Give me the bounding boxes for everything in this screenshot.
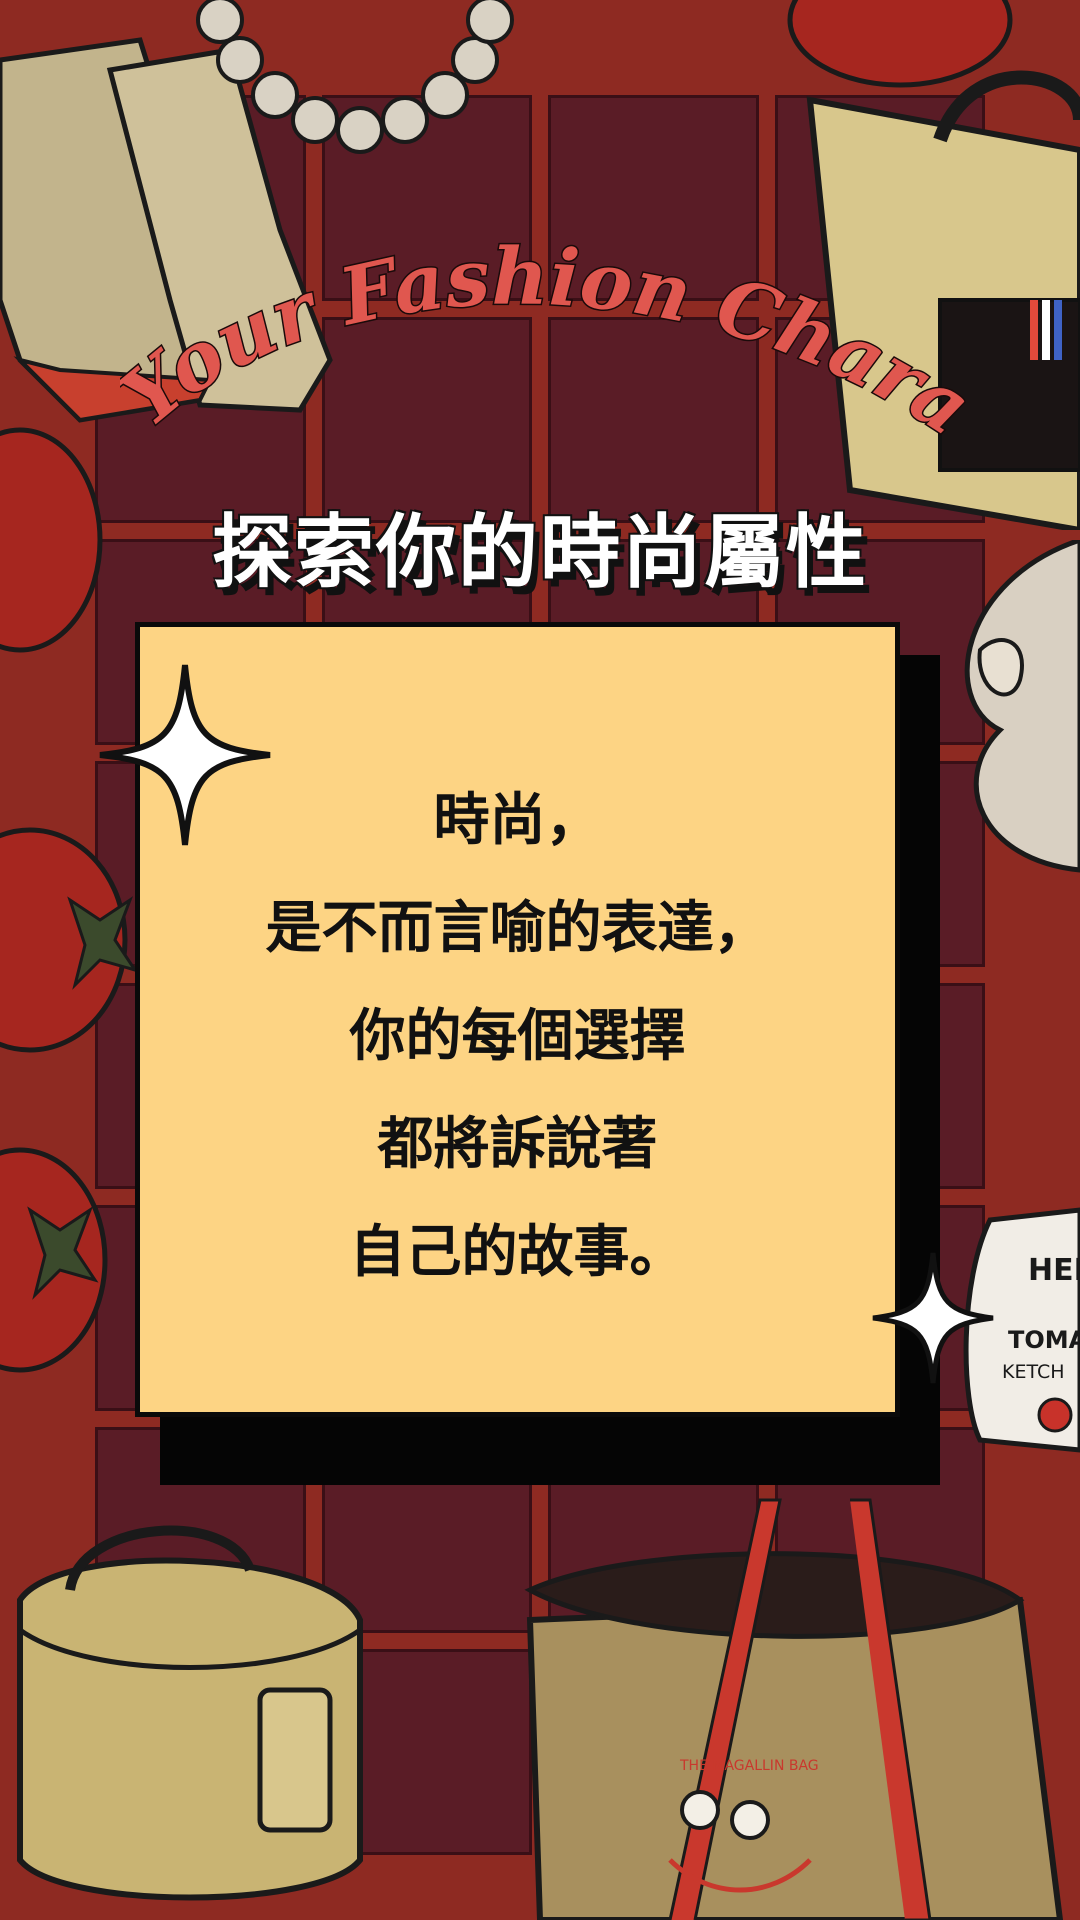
- tomato-top-illustration: [787, 0, 1013, 88]
- script-title-path: Your Fashion Character: [120, 230, 980, 455]
- quote-line-3: 你的每個選擇: [349, 1004, 686, 1069]
- script-title: Your Fashion Character: [120, 230, 980, 455]
- script-title-text: Your Fashion Character: [120, 230, 980, 454]
- pearl-necklace-illustration: [196, 0, 514, 154]
- vanity-case-illustration: [17, 1525, 363, 1901]
- quote-line-2: 是不而言喻的表達，: [265, 896, 770, 961]
- bag-label: THE MAGALLIN BAG: [679, 1758, 819, 1774]
- sparkle-icon-bottom-right: [872, 1252, 994, 1384]
- page-heading: 探索你的時尚屬性: [212, 506, 868, 599]
- ketchup-brand: HEI: [1028, 1253, 1080, 1288]
- sparkle-icon-top-left: [99, 664, 271, 846]
- quote-line-4: 都將訴說著: [377, 1112, 658, 1177]
- ketchup-line1: TOMA: [1008, 1326, 1080, 1354]
- ketchup-line2: KETCH: [1002, 1361, 1065, 1383]
- quote-line-5: 自己的故事。: [349, 1220, 686, 1285]
- tote-bag-illustration: THE MAGALLIN BAG: [524, 1498, 1064, 1920]
